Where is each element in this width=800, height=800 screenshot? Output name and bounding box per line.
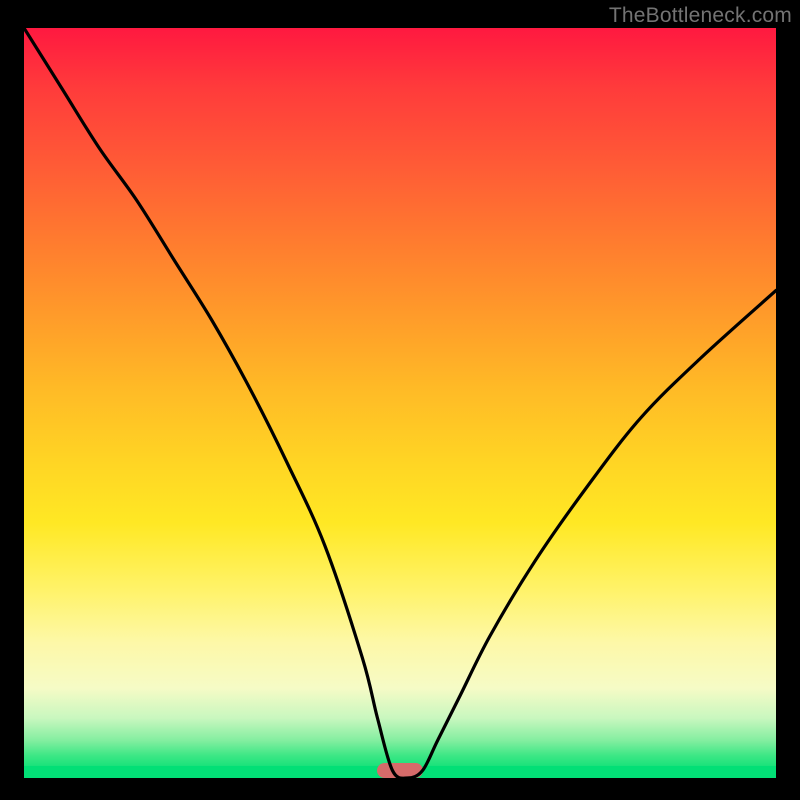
optimal-marker (377, 763, 422, 778)
attribution-label: TheBottleneck.com (609, 4, 792, 28)
chart-container: TheBottleneck.com (0, 0, 800, 800)
bottleneck-curve (24, 28, 776, 778)
plot-area (24, 28, 776, 778)
